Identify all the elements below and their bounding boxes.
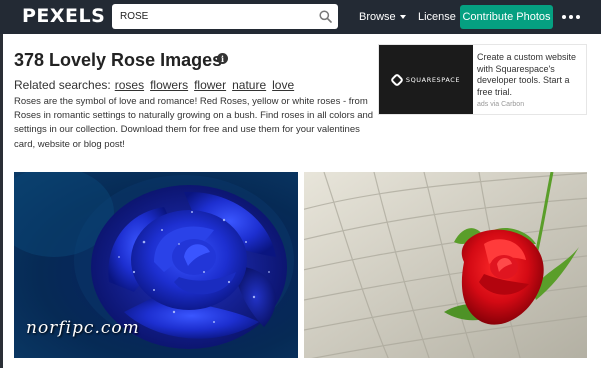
related-link-flower[interactable]: flower [194,78,226,92]
dot [576,15,580,19]
related-link-flowers[interactable]: flowers [150,78,188,92]
squarespace-logo-icon [389,72,404,87]
pexels-logo[interactable]: PEXELS [22,5,105,27]
watermark-text: norfipc.com [26,318,140,338]
dot [562,15,566,19]
page-title: 378 Lovely Rose Images [14,50,223,70]
window-edge [0,34,3,368]
photo-red-rose[interactable] [304,172,587,358]
info-icon[interactable]: i [217,53,228,64]
ad-logo-text: SQUARESPACE [405,75,461,84]
carbon-ad[interactable]: SQUARESPACE Create a custom website with… [378,44,587,115]
browse-menu[interactable]: Browse [359,11,406,23]
ad-text[interactable]: Create a custom website with Squarespace… [477,52,585,98]
contribute-photos-button[interactable]: Contribute Photos [460,5,553,29]
related-link-love[interactable]: love [272,78,294,92]
more-menu-icon[interactable] [562,13,580,21]
ad-image[interactable]: SQUARESPACE [379,45,473,114]
license-link[interactable]: License [418,11,456,23]
ad-via-link[interactable]: ads via Carbon [477,101,524,108]
browse-label: Browse [359,11,396,23]
page-description: Roses are the symbol of love and romance… [14,96,374,150]
related-link-roses[interactable]: roses [115,78,144,92]
search-icon[interactable] [319,10,332,23]
related-label: Related searches: [14,78,111,92]
red-rose-image [304,172,587,358]
chevron-down-icon [399,15,406,20]
dot [569,15,573,19]
search-input[interactable] [112,4,312,29]
related-link-nature[interactable]: nature [232,78,266,92]
search-box[interactable] [112,4,338,29]
related-searches: Related searches: roses flowers flower natur… [14,78,294,92]
top-navigation-bar: PEXELS Browse License Contribute Photos [0,0,601,34]
